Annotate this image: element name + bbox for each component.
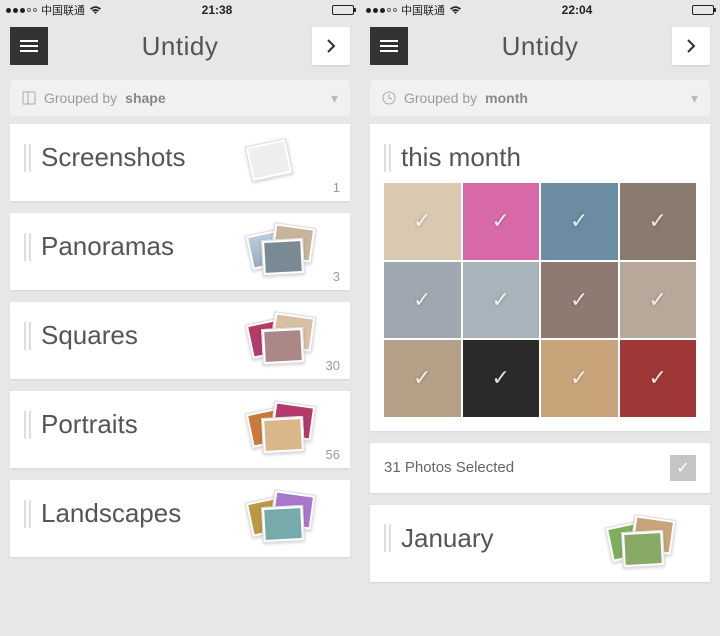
drag-handle-icon	[24, 411, 31, 439]
screen-month-grouping: 中国联通 22:04 Untidy Grouped by month ▾ thi…	[360, 0, 720, 636]
photo-cell[interactable]: ✓	[541, 262, 618, 339]
clock-icon	[382, 91, 396, 105]
groups-list: this month ✓ ✓ ✓ ✓ ✓ ✓ ✓ ✓ ✓ ✓ ✓ ✓ 31 Ph…	[360, 124, 720, 604]
check-icon: ✓	[413, 208, 431, 234]
filter-prefix: Grouped by	[44, 90, 117, 106]
screen-shape-grouping: 中国联通 21:38 Untidy Grouped by shape ▾ Scr…	[0, 0, 360, 636]
thumbnail-stack	[246, 132, 326, 188]
photo-cell[interactable]: ✓	[384, 183, 461, 260]
drag-handle-icon	[384, 144, 391, 172]
thumbnail-stack	[246, 221, 326, 277]
photo-cell[interactable]: ✓	[541, 340, 618, 417]
group-title: January	[401, 523, 494, 554]
group-squares[interactable]: Squares 30	[10, 302, 350, 379]
check-icon: ✓	[492, 287, 510, 313]
group-title: Panoramas	[41, 231, 174, 262]
group-filter[interactable]: Grouped by shape ▾	[10, 80, 350, 116]
app-title: Untidy	[142, 31, 219, 62]
photo-cell[interactable]: ✓	[463, 262, 540, 339]
check-icon: ✓	[492, 208, 510, 234]
carrier-label: 中国联通	[401, 2, 445, 18]
group-screenshots[interactable]: Screenshots 1	[10, 124, 350, 201]
drag-handle-icon	[24, 233, 31, 261]
photo-cell[interactable]: ✓	[620, 183, 697, 260]
thumbnail-stack	[246, 399, 326, 455]
battery-icon	[332, 5, 354, 15]
group-title: Portraits	[41, 409, 138, 440]
carrier-label: 中国联通	[41, 2, 85, 18]
check-icon: ✓	[649, 287, 667, 313]
check-icon: ✓	[570, 208, 588, 234]
menu-button[interactable]	[10, 27, 48, 65]
filter-prefix: Grouped by	[404, 90, 477, 106]
filter-value: shape	[125, 90, 165, 106]
thumbnail-stack	[246, 310, 326, 366]
selection-bar: 31 Photos Selected ✓	[370, 443, 710, 493]
group-portraits[interactable]: Portraits 56	[10, 391, 350, 468]
group-count: 1	[333, 180, 340, 195]
group-landscapes[interactable]: Landscapes	[10, 480, 350, 557]
next-button[interactable]	[672, 27, 710, 65]
check-icon: ✓	[413, 365, 431, 391]
nav-bar: Untidy	[0, 20, 360, 72]
groups-list: Screenshots 1 Panoramas 3 Squares	[0, 124, 360, 579]
chevron-down-icon: ▾	[691, 90, 698, 107]
photo-cell[interactable]: ✓	[463, 183, 540, 260]
drag-handle-icon	[24, 322, 31, 350]
thumbnail-stack	[606, 513, 686, 569]
status-time: 22:04	[562, 3, 593, 17]
battery-icon	[692, 5, 714, 15]
filter-value: month	[485, 90, 528, 106]
check-icon: ✓	[649, 208, 667, 234]
next-button[interactable]	[312, 27, 350, 65]
photo-cell[interactable]: ✓	[620, 340, 697, 417]
photo-cell[interactable]: ✓	[384, 340, 461, 417]
chevron-right-icon	[326, 39, 336, 53]
group-filter[interactable]: Grouped by month ▾	[370, 80, 710, 116]
drag-handle-icon	[24, 500, 31, 528]
group-panoramas[interactable]: Panoramas 3	[10, 213, 350, 290]
status-time: 21:38	[202, 3, 233, 17]
status-bar: 中国联通 22:04	[360, 0, 720, 20]
check-icon: ✓	[570, 287, 588, 313]
group-title: Squares	[41, 320, 138, 351]
group-title: Screenshots	[41, 142, 186, 173]
group-january[interactable]: January	[370, 505, 710, 582]
selection-count: 31 Photos Selected	[384, 459, 514, 476]
signal-dots-icon	[6, 8, 37, 13]
photo-cell[interactable]: ✓	[541, 183, 618, 260]
photo-cell[interactable]: ✓	[463, 340, 540, 417]
check-icon: ✓	[413, 287, 431, 313]
group-this-month[interactable]: this month ✓ ✓ ✓ ✓ ✓ ✓ ✓ ✓ ✓ ✓ ✓ ✓	[370, 124, 710, 431]
nav-bar: Untidy	[360, 20, 720, 72]
group-count: 30	[326, 358, 340, 373]
photo-cell[interactable]: ✓	[384, 262, 461, 339]
photo-grid: ✓ ✓ ✓ ✓ ✓ ✓ ✓ ✓ ✓ ✓ ✓ ✓	[384, 183, 696, 417]
group-count: 56	[326, 447, 340, 462]
group-title: this month	[401, 142, 521, 173]
thumbnail-stack	[246, 488, 326, 544]
group-title: Landscapes	[41, 498, 181, 529]
app-title: Untidy	[502, 31, 579, 62]
status-bar: 中国联通 21:38	[0, 0, 360, 20]
menu-button[interactable]	[370, 27, 408, 65]
chevron-down-icon: ▾	[331, 90, 338, 107]
chevron-right-icon	[686, 39, 696, 53]
shape-icon	[22, 91, 36, 105]
signal-dots-icon	[366, 8, 397, 13]
wifi-icon	[89, 5, 102, 15]
check-icon: ✓	[570, 365, 588, 391]
check-icon: ✓	[649, 365, 667, 391]
photo-cell[interactable]: ✓	[620, 262, 697, 339]
drag-handle-icon	[384, 524, 391, 552]
wifi-icon	[449, 5, 462, 15]
drag-handle-icon	[24, 144, 31, 172]
select-all-toggle[interactable]: ✓	[670, 455, 696, 481]
group-count: 3	[333, 269, 340, 284]
check-icon: ✓	[492, 365, 510, 391]
